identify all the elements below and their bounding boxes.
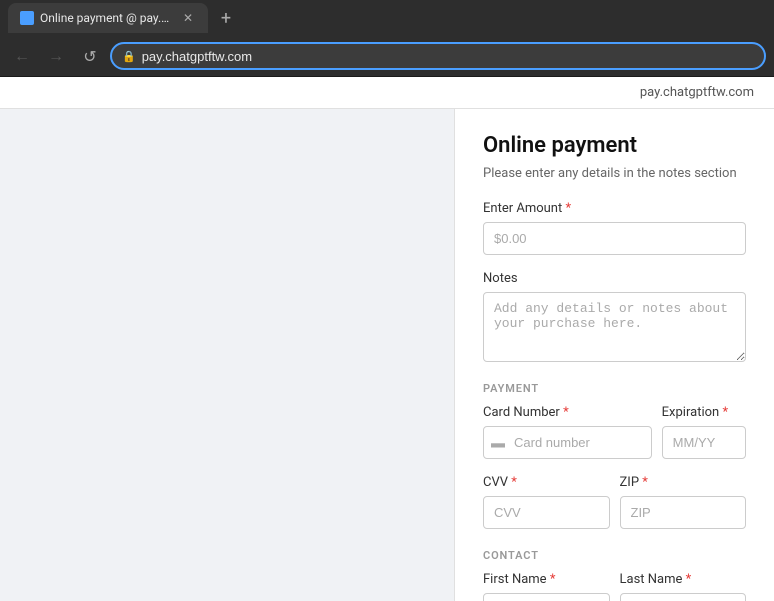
header-domain: pay.chatgptftw.com [640,85,754,100]
zip-label: ZIP * [620,475,747,490]
cvv-label: CVV * [483,475,610,490]
security-lock-icon: 🔒 [122,50,136,63]
browser-chrome: Online payment @ pay.chatgptf... ✕ + ← →… [0,0,774,77]
amount-input[interactable] [483,222,746,255]
cvv-zip-row: CVV * ZIP * [483,475,746,545]
amount-label: Enter Amount * [483,201,746,216]
expiration-group: Expiration * [662,405,746,459]
page-header: pay.chatgptftw.com [0,77,774,109]
cvv-group: CVV * [483,475,610,529]
active-tab[interactable]: Online payment @ pay.chatgptf... ✕ [8,3,208,33]
payment-form-panel: Online payment Please enter any details … [454,109,774,601]
tab-close-button[interactable]: ✕ [180,10,196,26]
card-number-label: Card Number * [483,405,652,420]
back-button[interactable]: ← [8,42,36,70]
first-name-group: First Name * [483,572,610,601]
tab-favicon [20,11,34,25]
expiration-label: Expiration * [662,405,746,420]
first-name-label: First Name * [483,572,610,587]
card-input-wrapper: ▬ [483,426,652,459]
notes-textarea[interactable] [483,292,746,362]
payment-section-label: PAYMENT [483,382,746,395]
zip-group: ZIP * [620,475,747,529]
card-number-input[interactable] [483,426,652,459]
left-panel [0,109,454,601]
expiration-input[interactable] [662,426,746,459]
notes-group: Notes [483,271,746,366]
address-input[interactable] [142,49,754,64]
form-subtitle: Please enter any details in the notes se… [483,166,746,181]
amount-group: Enter Amount * [483,201,746,255]
notes-label: Notes [483,271,746,286]
zip-input[interactable] [620,496,747,529]
page-content: Online payment Please enter any details … [0,109,774,601]
tab-bar: Online payment @ pay.chatgptf... ✕ + [0,0,774,36]
card-number-group: Card Number * ▬ [483,405,652,459]
new-tab-button[interactable]: + [212,4,240,32]
forward-button[interactable]: → [42,42,70,70]
reload-button[interactable]: ↺ [76,42,104,70]
card-expiry-row: Card Number * ▬ Expiration * [483,405,746,475]
credit-card-icon: ▬ [491,434,505,451]
cvv-input[interactable] [483,496,610,529]
form-title: Online payment [483,133,746,158]
last-name-group: Last Name * [620,572,747,601]
page-wrapper: pay.chatgptftw.com Online payment Please… [0,77,774,601]
contact-section-label: CONTACT [483,549,746,562]
tab-title: Online payment @ pay.chatgptf... [40,11,174,25]
nav-bar: ← → ↺ 🔒 [0,36,774,76]
amount-required: * [565,201,571,216]
address-bar[interactable]: 🔒 [110,42,766,70]
last-name-label: Last Name * [620,572,747,587]
name-row: First Name * Last Name * [483,572,746,601]
